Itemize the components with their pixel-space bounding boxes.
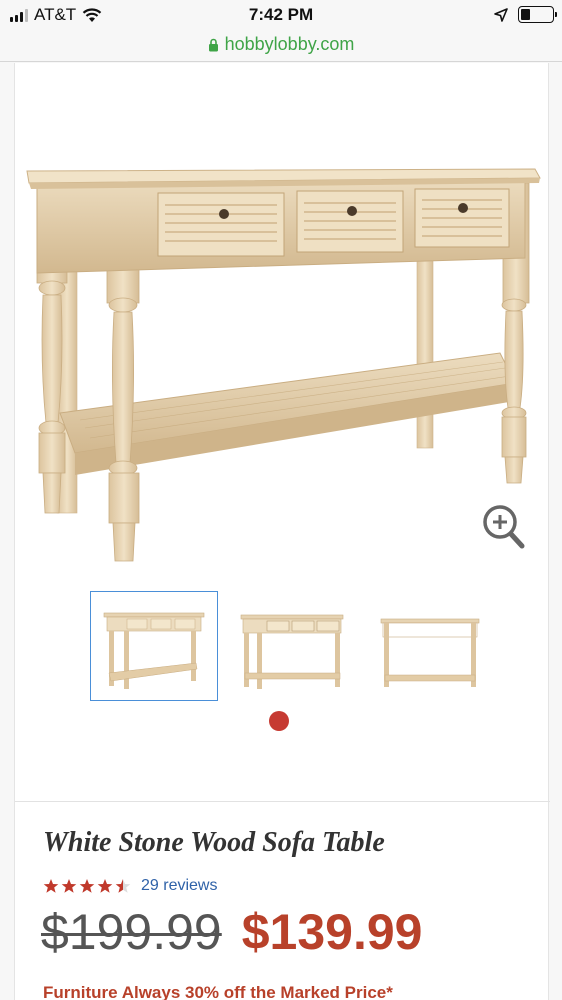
url-bar[interactable]: hobbylobby.com — [0, 28, 562, 62]
zoom-in-icon[interactable] — [481, 503, 525, 549]
location-arrow-icon — [494, 7, 508, 22]
star-icon — [97, 879, 113, 893]
url-text[interactable]: hobbylobby.com — [225, 34, 355, 55]
status-right — [494, 6, 557, 23]
carousel-dot-active[interactable] — [269, 711, 289, 731]
star-icon — [61, 879, 77, 893]
star-icon — [79, 879, 95, 893]
star-icon — [43, 879, 59, 893]
star-icon — [115, 879, 131, 893]
battery-icon — [518, 6, 557, 23]
status-bar: AT&T 7:42 PM — [0, 0, 562, 30]
price-block: $199.99 $139.99 — [41, 903, 423, 961]
clock: 7:42 PM — [248, 5, 314, 24]
thumbnail-strip — [90, 591, 494, 701]
reviews-link[interactable]: 29 reviews — [141, 877, 217, 895]
thumbnail-angled-view[interactable] — [228, 591, 356, 701]
promo-text: Furniture Always 30% off the Marked Pric… — [43, 983, 393, 1000]
thumbnail-front-view[interactable] — [90, 591, 218, 701]
product-title: White Stone Wood Sofa Table — [43, 827, 385, 858]
divider — [15, 801, 550, 802]
product-page: White Stone Wood Sofa Table 29 reviews $… — [14, 63, 550, 1000]
sale-price: $139.99 — [241, 904, 423, 960]
lock-icon — [208, 38, 218, 51]
product-rating: 29 reviews — [43, 877, 217, 895]
product-image[interactable] — [15, 83, 550, 583]
star-rating — [43, 878, 131, 894]
thumbnail-back-view[interactable] — [366, 591, 494, 701]
original-price: $199.99 — [41, 904, 222, 960]
